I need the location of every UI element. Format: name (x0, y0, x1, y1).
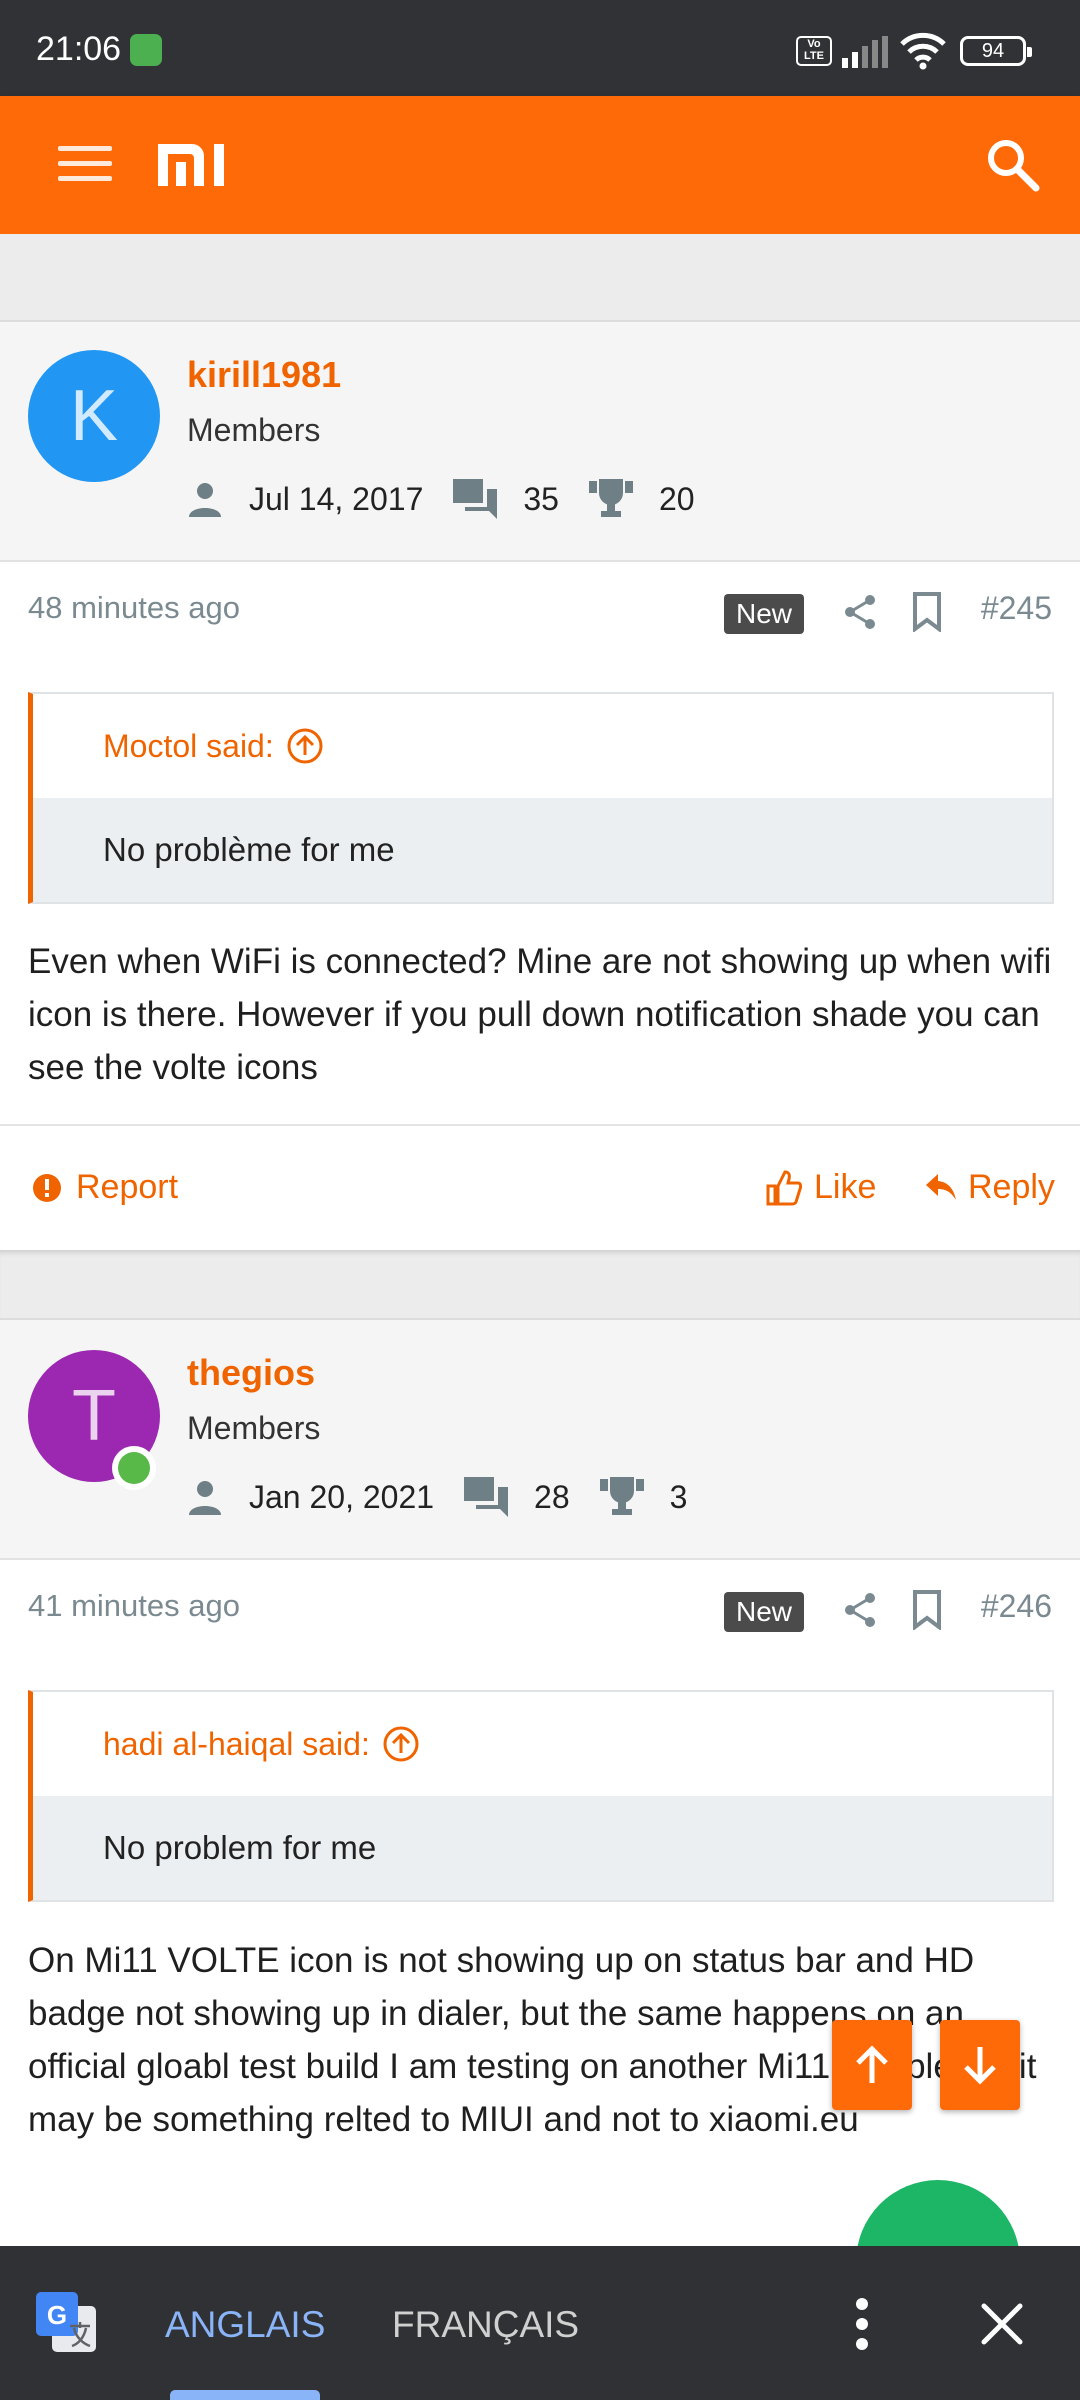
messages-icon (453, 479, 498, 519)
close-icon[interactable] (980, 2302, 1024, 2346)
mi-logo[interactable] (156, 140, 228, 190)
notification-app-icon (130, 34, 162, 66)
join-date: Jan 20, 2021 (249, 1478, 435, 1515)
bookmark-icon[interactable] (912, 592, 942, 632)
post-number[interactable]: #246 (981, 1588, 1052, 1625)
quote-header[interactable]: hadi al-haiqal said: (33, 1692, 1052, 1796)
tab-source-language[interactable]: ANGLAIS (165, 2304, 325, 2346)
trophy-icon (599, 1477, 644, 1515)
reply-icon (926, 1173, 956, 1200)
more-vertical-icon[interactable] (852, 2296, 872, 2352)
reply-label: Reply (968, 1168, 1055, 1206)
quote-body: No problem for me (33, 1796, 1052, 1900)
user-stats: Jan 20, 2021 28 3 (187, 1474, 717, 1520)
arrow-down-icon (964, 2047, 996, 2085)
arrow-up-icon (856, 2045, 888, 2083)
google-translate-icon[interactable]: G (36, 2292, 98, 2354)
svg-text:G: G (47, 2300, 67, 2330)
quote-header[interactable]: Moctol said: (33, 694, 1052, 798)
post-time[interactable]: 48 minutes ago (28, 590, 240, 626)
thumbs-up-icon (766, 1169, 802, 1205)
quote-block: Moctol said: No problème for me (28, 692, 1054, 904)
like-label: Like (814, 1168, 877, 1206)
post-header: 41 minutes ago New #246 (0, 1560, 1080, 1660)
quote-block: hadi al-haiqal said: No problem for me (28, 1690, 1054, 1902)
battery-icon: 94 (960, 36, 1032, 66)
post-actions: Report Like Reply (0, 1124, 1080, 1250)
search-icon[interactable] (984, 136, 1040, 192)
username[interactable]: thegios (187, 1352, 315, 1394)
status-bar: 21:06 Vo LTE 94 (0, 0, 1080, 96)
user-role: Members (187, 1410, 321, 1446)
post-body: Even when WiFi is connected? Mine are no… (28, 942, 1052, 1087)
share-icon[interactable] (843, 1592, 877, 1628)
post-separator (0, 1250, 1080, 1320)
translate-bar: G ANGLAIS FRANÇAIS (0, 2246, 1080, 2400)
username[interactable]: kirill1981 (187, 354, 341, 396)
join-date: Jul 14, 2017 (249, 480, 424, 517)
scroll-down-button[interactable] (940, 2020, 1020, 2110)
user-role: Members (187, 412, 321, 448)
quote-body: No problème for me (33, 798, 1052, 902)
person-icon (189, 1481, 221, 1515)
avatar[interactable]: K (28, 350, 160, 482)
share-icon[interactable] (843, 594, 877, 630)
post-user-info: T thegios Members Jan 20, 2021 28 3 (0, 1320, 1080, 1560)
signal-icon (842, 36, 888, 68)
report-label: Report (76, 1168, 179, 1206)
message-count: 35 (523, 480, 559, 517)
user-stats: Jul 14, 2017 35 20 (187, 476, 725, 522)
alert-icon (33, 1173, 61, 1202)
app-bar (0, 96, 1080, 234)
menu-icon[interactable] (58, 146, 112, 182)
like-button[interactable]: Like (766, 1168, 876, 1207)
wifi-icon (900, 32, 946, 70)
volte-icon: Vo LTE (796, 36, 832, 66)
messages-icon (464, 1477, 509, 1517)
new-badge: New (724, 1592, 804, 1632)
reply-button[interactable]: Reply (926, 1168, 1055, 1207)
bookmark-icon[interactable] (912, 1590, 942, 1630)
online-status-icon (112, 1446, 156, 1490)
report-button[interactable]: Report (32, 1168, 178, 1207)
quote-author[interactable]: hadi al-haiqal said: (103, 1726, 370, 1763)
quote-author[interactable]: Moctol said: (103, 728, 274, 765)
reaction-score: 3 (669, 1478, 688, 1515)
selected-tab-indicator (170, 2390, 320, 2400)
scroll-up-button[interactable] (832, 2020, 912, 2110)
post-user-info: K kirill1981 Members Jul 14, 2017 35 20 (0, 322, 1080, 562)
person-icon (189, 483, 221, 517)
post-time[interactable]: 41 minutes ago (28, 1588, 240, 1624)
message-count: 28 (534, 1478, 570, 1515)
post-header: 48 minutes ago New #245 (0, 562, 1080, 662)
arrow-up-circle-icon[interactable] (382, 1725, 420, 1763)
status-time: 21:06 (36, 30, 122, 68)
trophy-icon (588, 479, 633, 517)
arrow-up-circle-icon[interactable] (286, 727, 324, 765)
new-badge: New (724, 594, 804, 634)
reaction-score: 20 (658, 480, 695, 517)
post-separator (0, 234, 1080, 322)
post-number[interactable]: #245 (981, 590, 1052, 627)
tab-target-language[interactable]: FRANÇAIS (392, 2304, 579, 2346)
